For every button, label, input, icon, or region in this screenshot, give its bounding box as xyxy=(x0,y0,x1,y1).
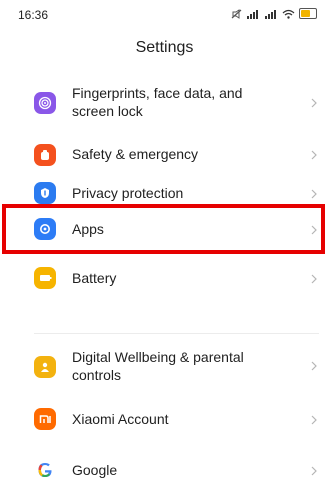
xiaomi-icon xyxy=(34,408,56,430)
settings-item-safety-emergency[interactable]: Safety & emergency xyxy=(0,134,329,176)
settings-item-google[interactable]: Google xyxy=(0,448,329,488)
section-divider xyxy=(34,333,319,334)
settings-item-label: Digital Wellbeing & parental controls xyxy=(72,349,244,383)
status-bar: 16:36 xyxy=(0,0,329,30)
status-icons xyxy=(231,8,317,19)
chevron-right-icon xyxy=(311,274,317,284)
signal-icon-2 xyxy=(265,9,276,19)
chevron-right-icon xyxy=(311,466,317,476)
settings-item-label: Battery xyxy=(72,270,117,286)
privacy-icon xyxy=(34,182,56,204)
page-title: Settings xyxy=(135,39,194,56)
wellbeing-icon xyxy=(34,356,56,378)
wifi-icon xyxy=(282,9,295,19)
settings-item-label: Privacy protection xyxy=(72,185,184,201)
settings-item-xiaomi-account[interactable]: Xiaomi Account xyxy=(0,400,329,438)
highlight-box xyxy=(2,204,325,254)
settings-item-fingerprints[interactable]: Fingerprints, face data, and screen lock xyxy=(0,80,329,126)
settings-item-label: Safety & emergency xyxy=(72,146,199,162)
settings-item-digital-wellbeing[interactable]: Digital Wellbeing & parental controls xyxy=(0,344,329,388)
mute-icon xyxy=(231,8,242,19)
chevron-right-icon xyxy=(311,415,317,425)
chevron-right-icon xyxy=(311,150,317,160)
settings-item-battery[interactable]: Battery xyxy=(0,258,329,298)
settings-item-label: Xiaomi Account xyxy=(72,411,169,427)
google-icon xyxy=(34,459,56,481)
signal-icon xyxy=(247,9,258,19)
battery-status-icon xyxy=(299,8,317,19)
settings-item-label: Google xyxy=(72,462,118,478)
chevron-right-icon xyxy=(311,361,317,371)
battery-icon xyxy=(34,267,56,289)
status-time: 16:36 xyxy=(18,8,49,22)
emergency-icon xyxy=(34,144,56,166)
chevron-right-icon xyxy=(311,98,317,108)
settings-item-label: Fingerprints, face data, and screen lock xyxy=(72,85,243,119)
chevron-right-icon xyxy=(311,189,317,199)
fingerprint-icon xyxy=(34,92,56,114)
settings-item-privacy-protection[interactable]: Privacy protection xyxy=(0,182,329,204)
